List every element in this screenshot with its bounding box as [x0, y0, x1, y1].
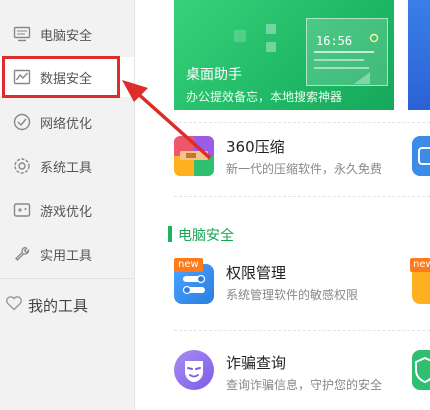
section-accent-bar: [168, 226, 172, 242]
edge-app-icon-green[interactable]: [412, 350, 430, 390]
sidebar-item-label: 游戏优化: [40, 204, 93, 220]
sidebar-item-system-tools[interactable]: 系统工具: [0, 146, 134, 186]
network-check-icon: [12, 112, 32, 132]
sidebar-item-utilities[interactable]: 实用工具: [0, 234, 134, 274]
sidebar-item-label: 网络优化: [40, 116, 93, 132]
sidebar-divider: [0, 278, 134, 279]
sidebar-item-my-tools[interactable]: 我的工具: [0, 285, 134, 325]
new-badge: new: [174, 258, 203, 272]
monitor-icon: [12, 24, 32, 44]
app-permission-manager[interactable]: new 权限管理 系统管理软件的敏感权限: [174, 258, 414, 314]
app-name: 诈骗查询: [226, 354, 287, 372]
sidebar-item-label: 电脑安全: [40, 28, 93, 44]
sidebar-item-network[interactable]: 网络优化: [0, 102, 134, 142]
app-360-compress[interactable]: 360压缩 新一代的压缩软件，永久免费: [174, 136, 414, 186]
wrench-icon: [12, 244, 32, 264]
desktop-assistant-banner[interactable]: 16:56 桌面助手 办公提效备忘，本地搜索神器: [174, 0, 394, 110]
highlight-box: [2, 56, 120, 98]
row-divider: [174, 196, 430, 197]
sidebar-item-game[interactable]: 游戏优化: [0, 190, 134, 230]
sidebar-item-pc-security[interactable]: 电脑安全: [0, 14, 134, 54]
section-title: 电脑安全: [178, 228, 234, 244]
app-desc: 系统管理软件的敏感权限: [226, 288, 359, 302]
sidebar-item-label: 实用工具: [40, 248, 93, 264]
zip-archive-icon: [174, 136, 214, 176]
game-controller-icon: [12, 200, 32, 220]
edge-app-icon-orange[interactable]: new: [410, 258, 430, 304]
banner-title: 桌面助手: [186, 67, 242, 83]
row-divider: [174, 122, 430, 123]
sidebar-item-label: 我的工具: [28, 296, 89, 315]
new-badge: new: [410, 258, 430, 272]
row-divider: [174, 330, 430, 331]
app-fraud-query[interactable]: 诈骗查询 查询诈骗信息，守护您的安全: [174, 350, 414, 400]
edge-app-icon-blue[interactable]: [412, 136, 430, 176]
banner-clock: 16:56: [316, 34, 353, 48]
app-desc: 新一代的压缩软件，永久免费: [226, 162, 383, 176]
mask-icon: [174, 350, 214, 390]
app-desc: 查询诈骗信息，守护您的安全: [226, 378, 383, 392]
banner-screen-graphic: [306, 18, 388, 86]
heart-icon: [5, 295, 23, 315]
sidebar-item-label: 系统工具: [40, 160, 93, 176]
gear-icon: [12, 156, 32, 176]
banner-edge-blue[interactable]: [408, 0, 430, 110]
banner-subtitle: 办公提效备忘，本地搜索神器: [186, 90, 343, 104]
app-name: 360压缩: [226, 138, 285, 156]
app-name: 权限管理: [226, 264, 287, 282]
